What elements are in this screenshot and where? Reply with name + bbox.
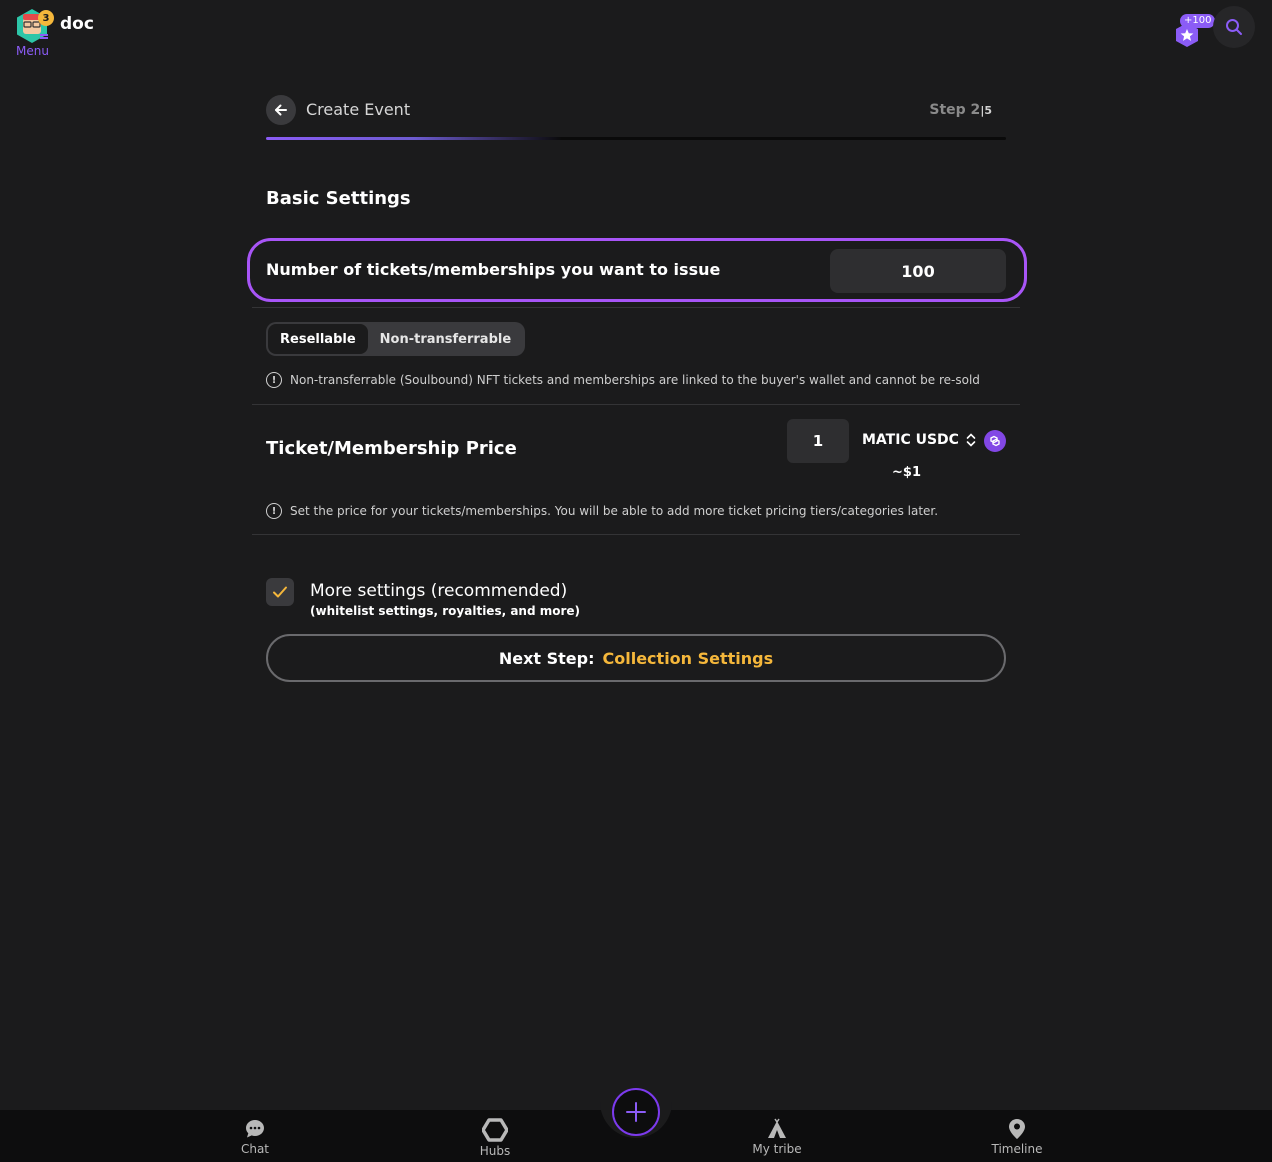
next-step-button[interactable]: Next Step: Collection Settings [266, 634, 1006, 682]
back-button[interactable] [266, 95, 296, 125]
price-input[interactable] [787, 419, 849, 463]
divider [252, 307, 1020, 308]
toggle-non-transferrable[interactable]: Non-transferrable [368, 324, 524, 354]
nav-chat-label: Chat [240, 1142, 270, 1156]
search-button[interactable] [1213, 6, 1255, 48]
search-icon [1226, 19, 1242, 35]
top-bar: 3 Menu doc +100 [0, 0, 1272, 70]
checkmark-icon [273, 586, 287, 598]
soulbound-info: ! Non-transferrable (Soulbound) NFT tick… [266, 372, 980, 388]
nav-my-tribe-label: My tribe [752, 1142, 802, 1156]
more-settings-sublabel: (whitelist settings, royalties, and more… [310, 604, 581, 618]
nav-timeline[interactable]: Timeline [977, 1118, 1057, 1156]
arrow-left-icon [275, 104, 287, 116]
price-info: ! Set the price for your tickets/members… [266, 503, 938, 519]
notification-badge: 3 [38, 10, 54, 26]
tickets-count-row: Number of tickets/memberships you want t… [247, 238, 1027, 302]
more-settings-label: More settings (recommended) [310, 581, 568, 601]
map-pin-icon [1009, 1119, 1025, 1139]
divider [252, 404, 1020, 405]
info-icon: ! [266, 503, 282, 519]
chat-bubble-icon [246, 1120, 264, 1138]
nav-my-tribe[interactable]: My tribe [737, 1118, 817, 1156]
chevron-updown-icon [966, 433, 976, 447]
soulbound-info-text: Non-transferrable (Soulbound) NFT ticket… [290, 373, 980, 387]
toggle-resellable[interactable]: Resellable [268, 324, 368, 354]
section-title: Basic Settings [266, 188, 411, 209]
price-info-text: Set the price for your tickets/membershi… [290, 504, 939, 518]
create-fab-button[interactable] [612, 1088, 660, 1136]
next-step-target: Collection Settings [602, 648, 774, 668]
hexagon-icon [482, 1118, 508, 1142]
tickets-count-input[interactable] [830, 249, 1006, 293]
price-title: Ticket/Membership Price [266, 438, 517, 459]
more-settings-checkbox[interactable] [266, 578, 294, 606]
create-event-form: Create Event Step 2|5 Basic Settings Num… [247, 88, 1027, 682]
info-icon: ! [266, 372, 282, 388]
polygon-network-icon [984, 430, 1006, 452]
menu-button[interactable]: 3 Menu [14, 8, 54, 58]
nav-timeline-label: Timeline [991, 1142, 1043, 1156]
points-button[interactable]: +100 [1172, 12, 1216, 47]
menu-label: Menu [16, 44, 49, 58]
transferability-toggle: Resellable Non-transferrable [266, 322, 526, 356]
progress-fill [266, 137, 562, 140]
step-total: 5 [984, 104, 992, 117]
step-label: Step 2 [929, 102, 981, 118]
tickets-count-label: Number of tickets/memberships you want t… [266, 260, 721, 279]
progress-bar [266, 137, 1006, 140]
page-title: Create Event [306, 100, 411, 119]
nav-chat[interactable]: Chat [215, 1118, 295, 1156]
tent-icon [768, 1118, 786, 1138]
form-header: Create Event Step 2|5 [252, 88, 1020, 130]
plus-icon [626, 1102, 646, 1122]
points-pill: +100 [1180, 14, 1216, 28]
price-approx-usd: ~$1 [892, 465, 921, 480]
nav-hubs-label: Hubs [479, 1144, 511, 1158]
nav-hubs[interactable]: Hubs [455, 1118, 535, 1158]
divider [252, 534, 1020, 535]
username[interactable]: doc [60, 14, 94, 34]
currency-select[interactable]: MATIC USDC [862, 432, 977, 448]
currency-label: MATIC USDC [862, 432, 959, 448]
step-indicator: Step 2|5 [929, 102, 992, 118]
next-step-prefix: Next Step: [498, 648, 595, 668]
